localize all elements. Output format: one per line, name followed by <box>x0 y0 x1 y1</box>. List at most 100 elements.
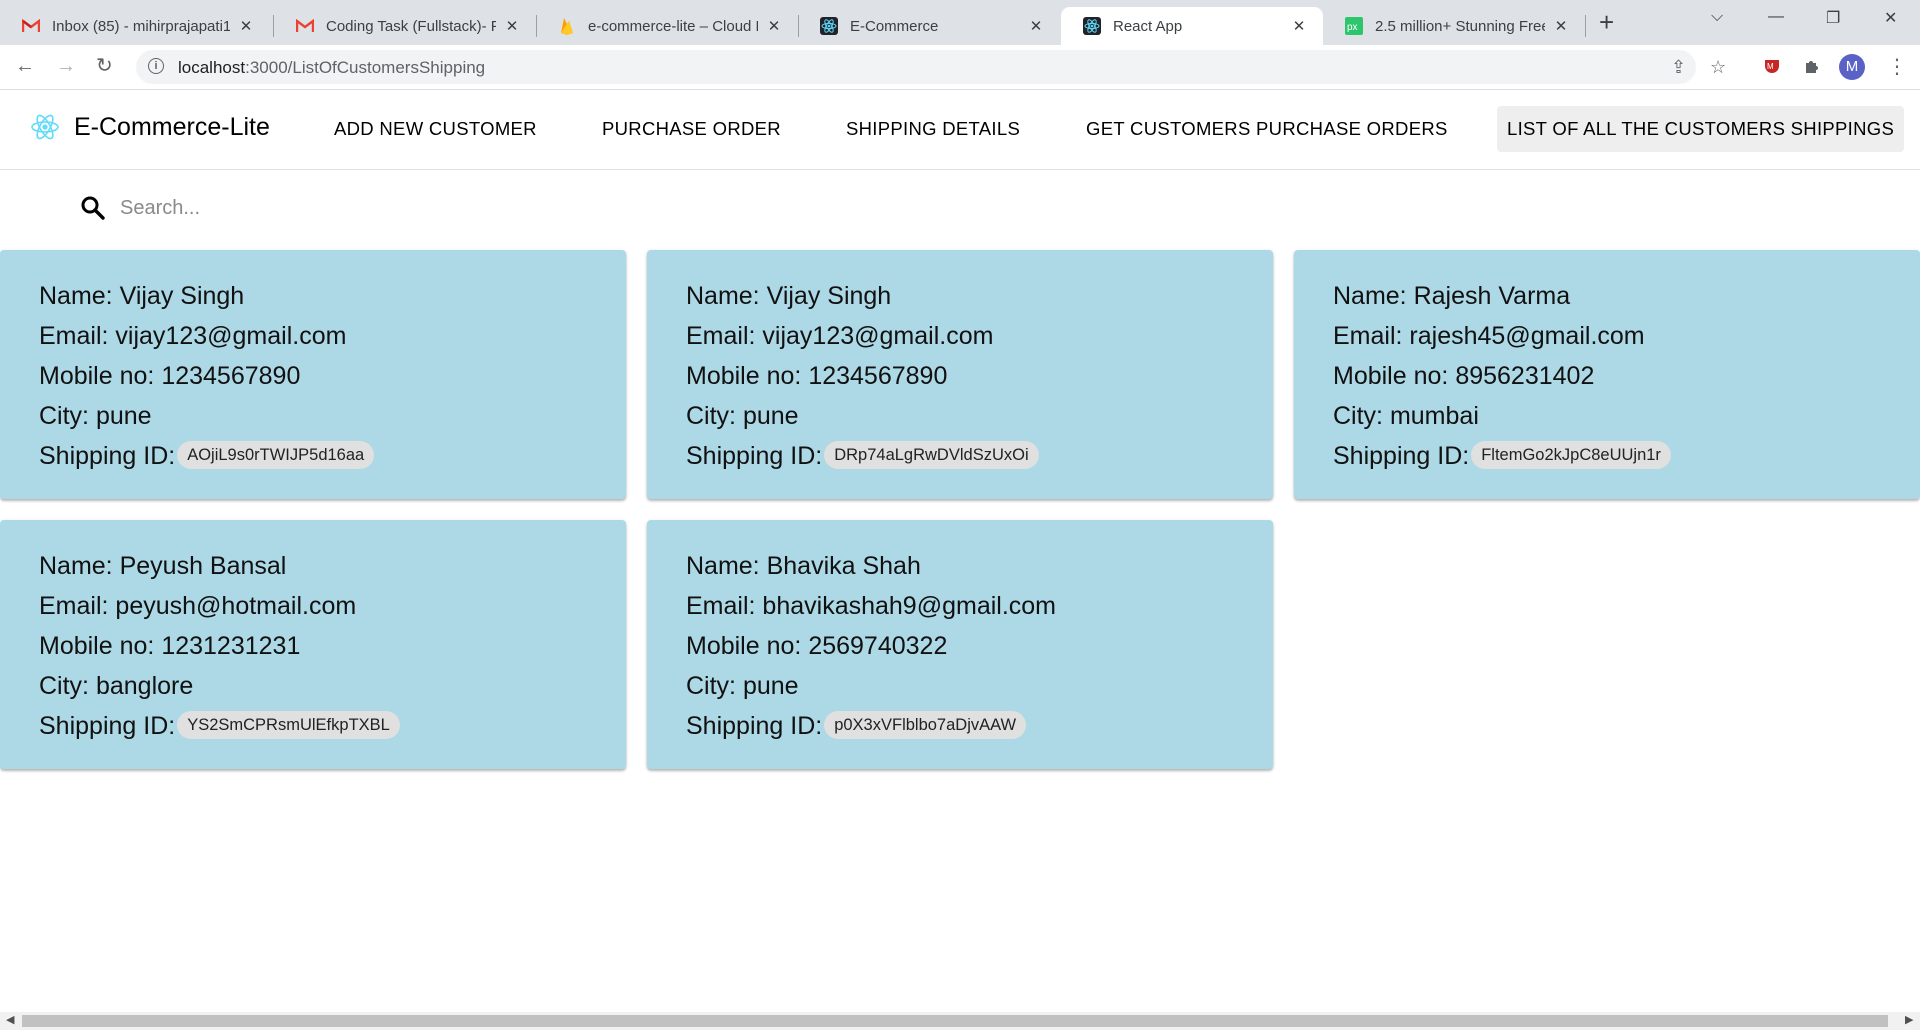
name-label: Name: <box>1333 282 1407 310</box>
shipping-card: Name: Rajesh Varma Email: rajesh45@gmail… <box>1294 250 1920 499</box>
customer-email: vijay123@gmail.com <box>762 322 994 350</box>
card-email-row: Email: peyush@hotmail.com <box>39 586 626 626</box>
back-arrow-icon[interactable]: ← <box>15 54 35 78</box>
customer-city: pune <box>95 402 152 430</box>
card-shipping-id-row: Shipping ID: p0X3xVFlblbo7aDjvAAW <box>686 706 1273 746</box>
nav-get-customers-purchase-orders[interactable]: GET CUSTOMERS PURCHASE ORDERS <box>1076 106 1458 152</box>
scroll-right-arrow-icon[interactable]: ▶ <box>1905 1013 1913 1026</box>
customer-city: pune <box>742 672 799 700</box>
search-input[interactable] <box>118 195 522 221</box>
card-city-row: City: pune <box>39 396 626 436</box>
profile-avatar[interactable]: M <box>1839 54 1865 80</box>
card-email-row: Email: rajesh45@gmail.com <box>1333 316 1920 356</box>
card-mobile-row: Mobile no: 1234567890 <box>686 356 1273 396</box>
customer-name: Rajesh Varma <box>1413 282 1571 310</box>
shipping-id-label: Shipping ID: <box>686 442 823 470</box>
mobile-label: Mobile no: <box>39 632 155 660</box>
card-mobile-row: Mobile no: 2569740322 <box>686 626 1273 666</box>
minimize-icon[interactable]: — <box>1768 8 1784 26</box>
close-icon[interactable]: ✕ <box>1289 17 1309 35</box>
name-label: Name: <box>39 282 113 310</box>
customer-email: peyush@hotmail.com <box>115 592 357 620</box>
mobile-label: Mobile no: <box>39 362 155 390</box>
card-city-row: City: pune <box>686 666 1273 706</box>
customer-city: pune <box>742 402 799 430</box>
close-icon[interactable]: ✕ <box>1551 17 1571 35</box>
card-email-row: Email: vijay123@gmail.com <box>39 316 626 356</box>
site-info-icon[interactable]: i <box>148 58 164 74</box>
browser-toolbar: ← → ↻ i localhost:3000/ListOfCustomersSh… <box>0 45 1920 90</box>
shipping-id-chip[interactable]: FltemGo2kJpC8eUUjn1r <box>1471 441 1671 470</box>
tab-title: React App <box>1113 17 1183 35</box>
browser-tab-coding-task[interactable]: Coding Task (Fullstack)- Flip ✕ <box>274 7 536 45</box>
card-city-row: City: banglore <box>39 666 626 706</box>
nav-purchase-order[interactable]: PURCHASE ORDER <box>592 106 791 152</box>
customer-email: vijay123@gmail.com <box>115 322 347 350</box>
scrollbar-thumb[interactable] <box>22 1015 1888 1027</box>
close-icon[interactable]: ✕ <box>764 17 784 35</box>
shipping-id-chip[interactable]: YS2SmCPRsmUlEfkpTXBL <box>177 711 400 740</box>
scroll-left-arrow-icon[interactable]: ◀ <box>6 1013 14 1026</box>
shipping-id-chip[interactable]: p0X3xVFlblbo7aDjvAAW <box>824 711 1027 740</box>
reload-icon[interactable]: ↻ <box>96 54 113 78</box>
browser-tab-pixabay[interactable]: px 2.5 million+ Stunning Free I ✕ <box>1323 7 1585 45</box>
restore-icon[interactable]: ❐ <box>1826 8 1840 28</box>
name-label: Name: <box>39 552 113 580</box>
forward-arrow-icon[interactable]: → <box>56 54 76 78</box>
card-name-row: Name: Vijay Singh <box>39 276 626 316</box>
customer-mobile: 1234567890 <box>808 362 948 390</box>
horizontal-scrollbar[interactable]: ◀ ▶ <box>0 1012 1920 1030</box>
nav-list-of-all-customers-shippings[interactable]: LIST OF ALL THE CUSTOMERS SHIPPINGS <box>1497 106 1905 152</box>
firebase-icon <box>558 17 576 35</box>
shipping-id-chip[interactable]: AOjiL9s0rTWIJP5d16aa <box>177 441 375 470</box>
svg-text:px: px <box>1347 22 1358 33</box>
extension-shield-icon[interactable]: M <box>1763 57 1781 80</box>
tab-search-chevron-icon[interactable]: ⌵ <box>1711 8 1723 26</box>
browser-tab-react-app[interactable]: React App ✕ <box>1061 7 1323 45</box>
email-label: Email: <box>686 322 756 350</box>
url-text[interactable]: localhost:3000/ListOfCustomersShipping <box>178 58 485 78</box>
shipping-id-chip[interactable]: DRp74aLgRwDVldSzUxOi <box>824 441 1039 470</box>
mobile-label: Mobile no: <box>686 632 802 660</box>
react-icon <box>820 17 838 35</box>
customer-name: Vijay Singh <box>119 282 245 310</box>
customer-mobile: 1231231231 <box>161 632 301 660</box>
mobile-label: Mobile no: <box>1333 362 1449 390</box>
customer-city: banglore <box>95 672 194 700</box>
city-label: City: <box>1333 402 1383 430</box>
card-shipping-id-row: Shipping ID: FltemGo2kJpC8eUUjn1r <box>1333 436 1920 476</box>
shipping-id-label: Shipping ID: <box>39 442 176 470</box>
extensions-puzzle-icon[interactable] <box>1803 57 1821 80</box>
nav-shipping-details[interactable]: SHIPPING DETAILS <box>836 106 1030 152</box>
close-icon[interactable]: ✕ <box>502 17 522 35</box>
close-icon[interactable]: ✕ <box>1026 17 1046 35</box>
react-icon <box>1083 17 1101 35</box>
browser-menu-icon[interactable]: ⋮ <box>1887 54 1907 79</box>
shipping-id-label: Shipping ID: <box>39 712 176 740</box>
bookmark-star-icon[interactable]: ☆ <box>1710 57 1726 78</box>
browser-tab-ecommerce[interactable]: E-Commerce ✕ <box>798 7 1060 45</box>
react-logo-icon <box>30 112 60 142</box>
email-label: Email: <box>39 322 109 350</box>
card-email-row: Email: vijay123@gmail.com <box>686 316 1273 356</box>
browser-tab-firebase[interactable]: e-commerce-lite – Cloud Fir ✕ <box>536 7 798 45</box>
address-bar[interactable]: i localhost:3000/ListOfCustomersShipping… <box>136 50 1726 84</box>
card-name-row: Name: Bhavika Shah <box>686 546 1273 586</box>
card-name-row: Name: Peyush Bansal <box>39 546 626 586</box>
tab-title: 2.5 million+ Stunning Free I <box>1375 17 1545 35</box>
window-close-icon[interactable]: ✕ <box>1884 8 1897 28</box>
close-icon[interactable]: ✕ <box>236 17 256 35</box>
gmail-icon <box>296 17 314 35</box>
email-label: Email: <box>1333 322 1403 350</box>
shipping-card: Name: Vijay Singh Email: vijay123@gmail.… <box>647 250 1273 499</box>
customer-email: rajesh45@gmail.com <box>1409 322 1645 350</box>
share-icon[interactable]: ⇪ <box>1671 57 1686 78</box>
email-label: Email: <box>39 592 109 620</box>
new-tab-button[interactable]: + <box>1599 9 1614 35</box>
app-header: E-Commerce-Lite ADD NEW CUSTOMER PURCHAS… <box>0 90 1920 170</box>
nav-add-new-customer[interactable]: ADD NEW CUSTOMER <box>324 106 547 152</box>
tab-separator <box>1585 15 1586 37</box>
brand[interactable]: E-Commerce-Lite <box>30 112 270 142</box>
browser-tab-inbox[interactable]: Inbox (85) - mihirprajapati1 ✕ <box>0 7 270 45</box>
card-shipping-id-row: Shipping ID: DRp74aLgRwDVldSzUxOi <box>686 436 1273 476</box>
